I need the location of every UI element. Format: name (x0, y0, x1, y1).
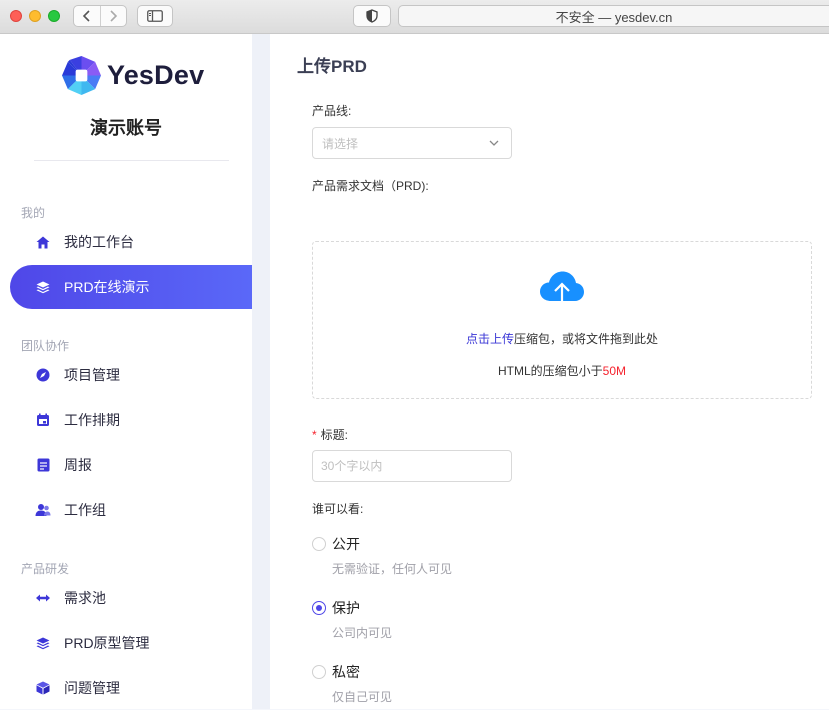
logo-text: YesDev (107, 60, 205, 90)
radio-public[interactable]: 公开 (312, 534, 360, 554)
content-gutter (252, 34, 270, 709)
section-title-team: 团队协作 (21, 339, 70, 353)
layers-icon (35, 635, 51, 651)
zoom-window-button[interactable] (48, 10, 60, 22)
history-nav (73, 5, 127, 27)
upload-size-limit: HTML的压缩包小于50M (313, 362, 811, 379)
sidebar-divider (34, 160, 229, 161)
section-title-product-dev: 产品研发 (21, 562, 70, 576)
title-label-text: 标题: (320, 428, 349, 442)
page-title: 上传PRD (297, 57, 367, 76)
upload-limit-text: HTML的压缩包小于 (497, 364, 603, 378)
visibility-label: 谁可以看: (312, 502, 364, 516)
sidebar-item-label: 问题管理 (64, 680, 120, 696)
cube-icon (35, 680, 51, 696)
calendar-icon (35, 412, 51, 428)
chevron-right-icon (110, 10, 118, 22)
product-line-placeholder: 请选择 (322, 136, 359, 151)
radio-circle[interactable] (312, 665, 326, 679)
upload-dropzone[interactable]: 点击上传压缩包，或将文件拖到此处 HTML的压缩包小于50M (312, 241, 812, 399)
radio-circle[interactable] (312, 537, 326, 551)
sidebar-item-prd-prototypes[interactable]: PRD原型管理 (10, 621, 252, 665)
sidebar-item-schedule[interactable]: 工作排期 (10, 398, 252, 442)
sidebar-item-workbench[interactable]: 我的工作台 (10, 220, 252, 264)
home-icon (35, 234, 51, 250)
layers-icon (35, 279, 51, 295)
upload-prd-form: 上传PRD 产品线: 请选择 产品需求文档（PRD): 点击上传压缩包，或将文件… (270, 34, 829, 709)
sidebar-item-requirements-pool[interactable]: 需求池 (10, 576, 252, 620)
chevron-left-icon (82, 10, 90, 22)
sidebar-item-weekly-report[interactable]: 周报 (10, 443, 252, 487)
radio-protected-label: 保护 (332, 600, 360, 616)
radio-private-label: 私密 (332, 664, 360, 680)
required-mark: * (312, 428, 317, 442)
radio-public-label: 公开 (332, 536, 360, 552)
prd-document-label: 产品需求文档（PRD): (312, 179, 429, 193)
yesdev-logo-icon (62, 56, 101, 95)
sidebar: YesDev 演示账号 我的 我的工作台 PRD在线演示 团队协作 项目管理 工… (0, 34, 252, 709)
minimize-window-button[interactable] (29, 10, 41, 22)
address-text: 不安全 — yesdev.cn (555, 9, 673, 25)
upload-limit-value: 50M (602, 364, 626, 378)
chevron-down-icon (489, 140, 499, 146)
radio-private-desc: 仅自己可见 (332, 690, 393, 704)
arrows-icon (35, 590, 51, 606)
address-bar[interactable]: 不安全 — yesdev.cn (398, 5, 829, 27)
toggle-sidebar-button[interactable] (137, 5, 173, 27)
sidebar-icon (147, 10, 163, 22)
title-input[interactable] (312, 450, 512, 482)
click-upload-link[interactable]: 点击上传 (466, 332, 514, 346)
radio-private[interactable]: 私密 (312, 662, 360, 682)
sidebar-item-issues[interactable]: 问题管理 (10, 666, 252, 710)
radio-circle[interactable] (312, 601, 326, 615)
shield-icon (366, 9, 378, 23)
sidebar-item-workgroup[interactable]: 工作组 (10, 488, 252, 532)
compass-icon (35, 367, 51, 383)
radio-public-desc: 无需验证，任何人可见 (332, 562, 453, 576)
sidebar-item-label: 工作排期 (64, 412, 120, 428)
upload-hint-text: 压缩包，或将文件拖到此处 (514, 332, 659, 346)
sidebar-item-label: 工作组 (64, 502, 106, 518)
sidebar-item-label: PRD在线演示 (64, 279, 150, 295)
back-button[interactable] (74, 6, 100, 26)
sidebar-item-label: 周报 (64, 457, 92, 473)
title-label: * 标题: (312, 426, 348, 443)
product-line-label: 产品线: (312, 104, 352, 118)
team-icon (35, 502, 51, 518)
sidebar-item-projects[interactable]: 项目管理 (10, 353, 252, 397)
sidebar-item-label: PRD原型管理 (64, 635, 150, 651)
radio-protected[interactable]: 保护 (312, 598, 360, 618)
report-icon (35, 457, 51, 473)
account-name: 演示账号 (90, 118, 162, 138)
upload-hint: 点击上传压缩包，或将文件拖到此处 (313, 330, 811, 347)
section-title-mine: 我的 (21, 206, 46, 220)
browser-toolbar: 不安全 — yesdev.cn (0, 0, 829, 34)
sidebar-item-label: 项目管理 (64, 367, 120, 383)
product-line-select[interactable]: 请选择 (312, 127, 512, 159)
sidebar-item-prd-demo[interactable]: PRD在线演示 (10, 265, 252, 309)
sidebar-item-label: 需求池 (64, 590, 106, 606)
radio-protected-desc: 公司内可见 (332, 626, 393, 640)
sidebar-item-label: 我的工作台 (64, 234, 134, 250)
logo[interactable]: YesDev (62, 56, 204, 95)
privacy-button[interactable] (353, 5, 391, 27)
forward-button[interactable] (99, 6, 127, 26)
close-window-button[interactable] (10, 10, 22, 22)
cloud-upload-icon (540, 271, 584, 307)
